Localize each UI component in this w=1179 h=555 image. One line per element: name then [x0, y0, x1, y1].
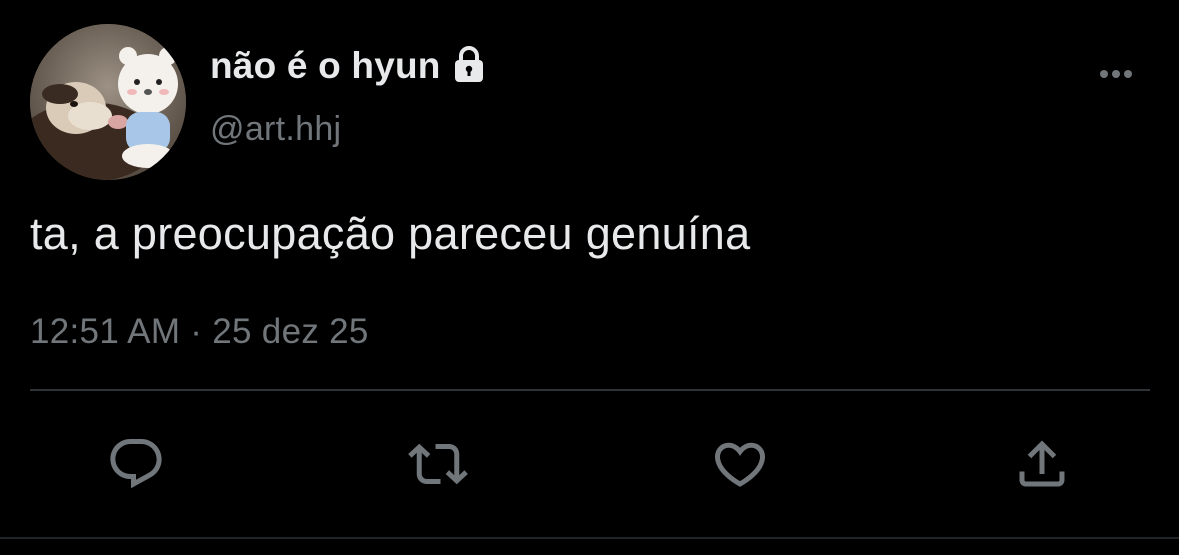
heart-icon	[714, 442, 766, 487]
tweet-time[interactable]: 12:51 AM	[30, 312, 180, 352]
tweet-date[interactable]: 25 dez 25	[212, 312, 368, 352]
avatar[interactable]	[30, 24, 186, 180]
tweet: não é o hyun @art.hhj ta, a preocupação …	[0, 0, 1179, 555]
display-name[interactable]: não é o hyun	[210, 45, 441, 87]
share-icon	[1019, 440, 1065, 487]
retweet-icon	[408, 443, 468, 485]
retweet-button[interactable]	[406, 432, 470, 496]
reply-icon	[110, 439, 162, 489]
meta-separator: ·	[190, 312, 203, 351]
display-name-row[interactable]: não é o hyun	[210, 42, 489, 90]
divider	[30, 389, 1150, 391]
avatar-image	[30, 24, 186, 180]
user-handle[interactable]: @art.hhj	[210, 110, 341, 149]
like-button[interactable]	[708, 432, 772, 496]
share-button[interactable]	[1010, 432, 1074, 496]
lock-icon	[449, 44, 489, 84]
tweet-meta: 12:51 AM · 25 dez 25	[30, 312, 369, 352]
tweet-text: ta, a preocupação pareceu genuína	[30, 208, 751, 259]
bottom-divider	[0, 537, 1179, 539]
more-icon[interactable]	[1092, 58, 1140, 90]
reply-button[interactable]	[104, 432, 168, 496]
